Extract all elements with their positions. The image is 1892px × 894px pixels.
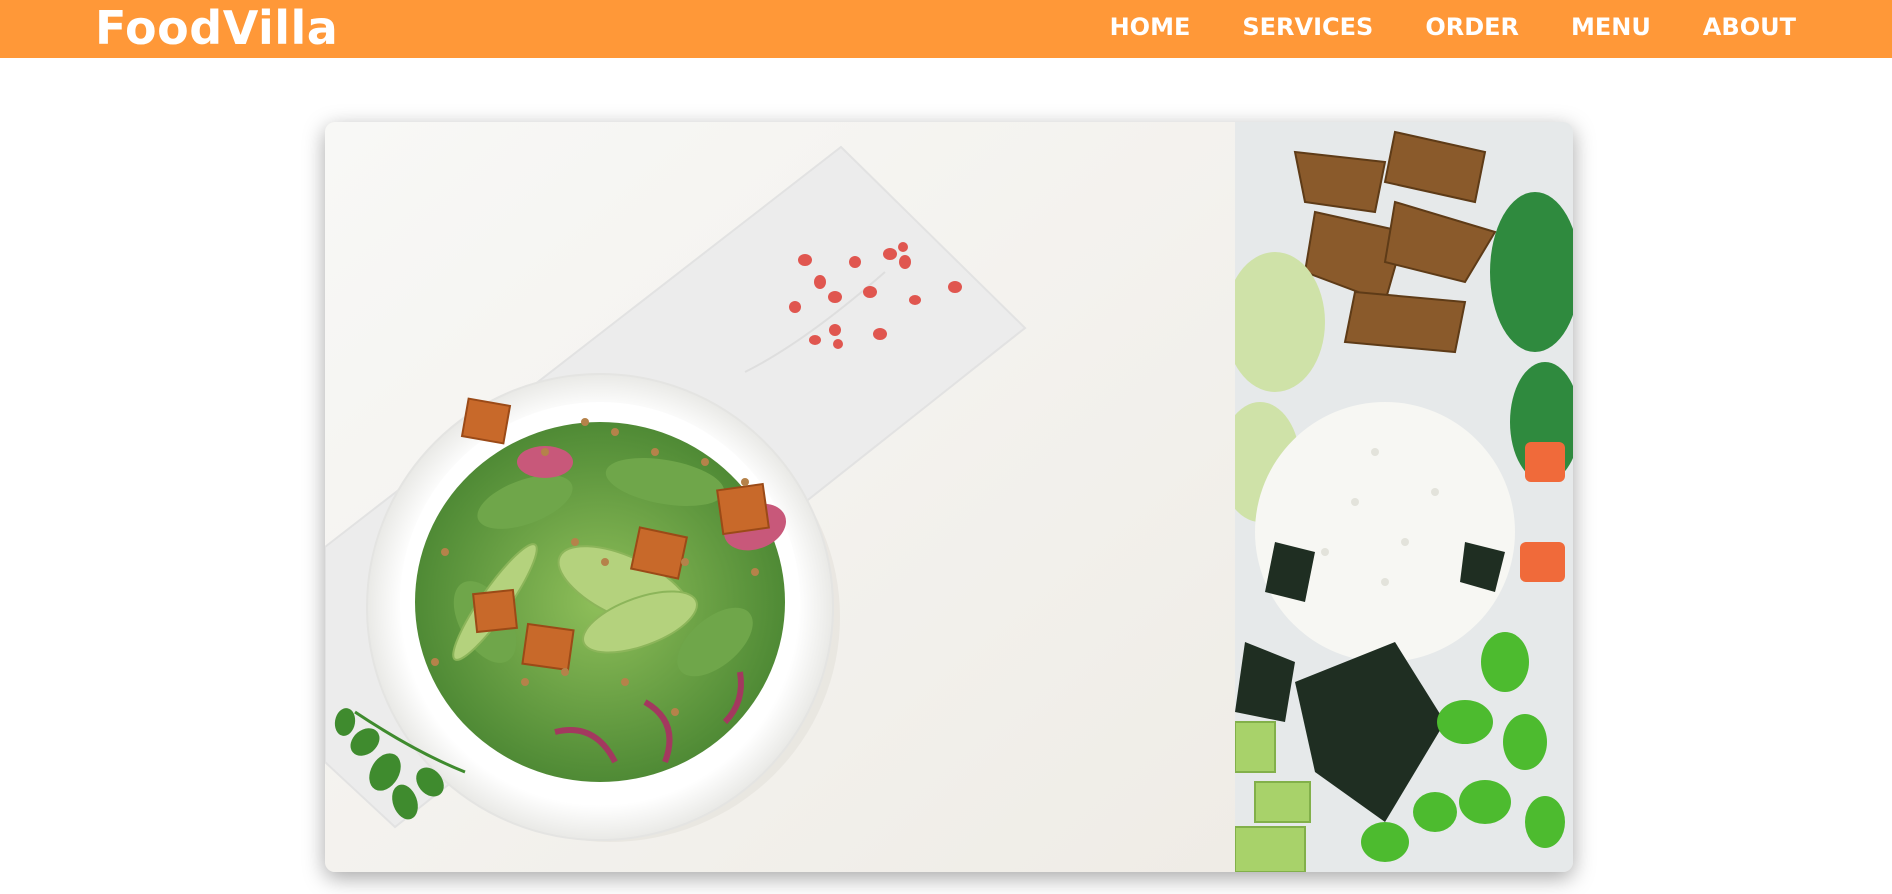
poke-bowl-image [1235, 122, 1573, 872]
nav-order-link[interactable]: ORDER [1425, 13, 1519, 41]
nav-about-link[interactable]: ABOUT [1703, 13, 1796, 41]
nav-menu: HOME SERVICES ORDER MENU ABOUT [1110, 0, 1796, 54]
brand-logo[interactable]: FoodVilla [95, 0, 338, 58]
nav-menu-link[interactable]: MENU [1571, 13, 1651, 41]
nav-services-link[interactable]: SERVICES [1242, 13, 1373, 41]
top-navbar: FoodVilla HOME SERVICES ORDER MENU ABOUT [0, 0, 1892, 58]
image-carousel[interactable] [325, 122, 1573, 872]
nav-home-link[interactable]: HOME [1110, 13, 1191, 41]
salad-bowl-image [325, 122, 1235, 872]
